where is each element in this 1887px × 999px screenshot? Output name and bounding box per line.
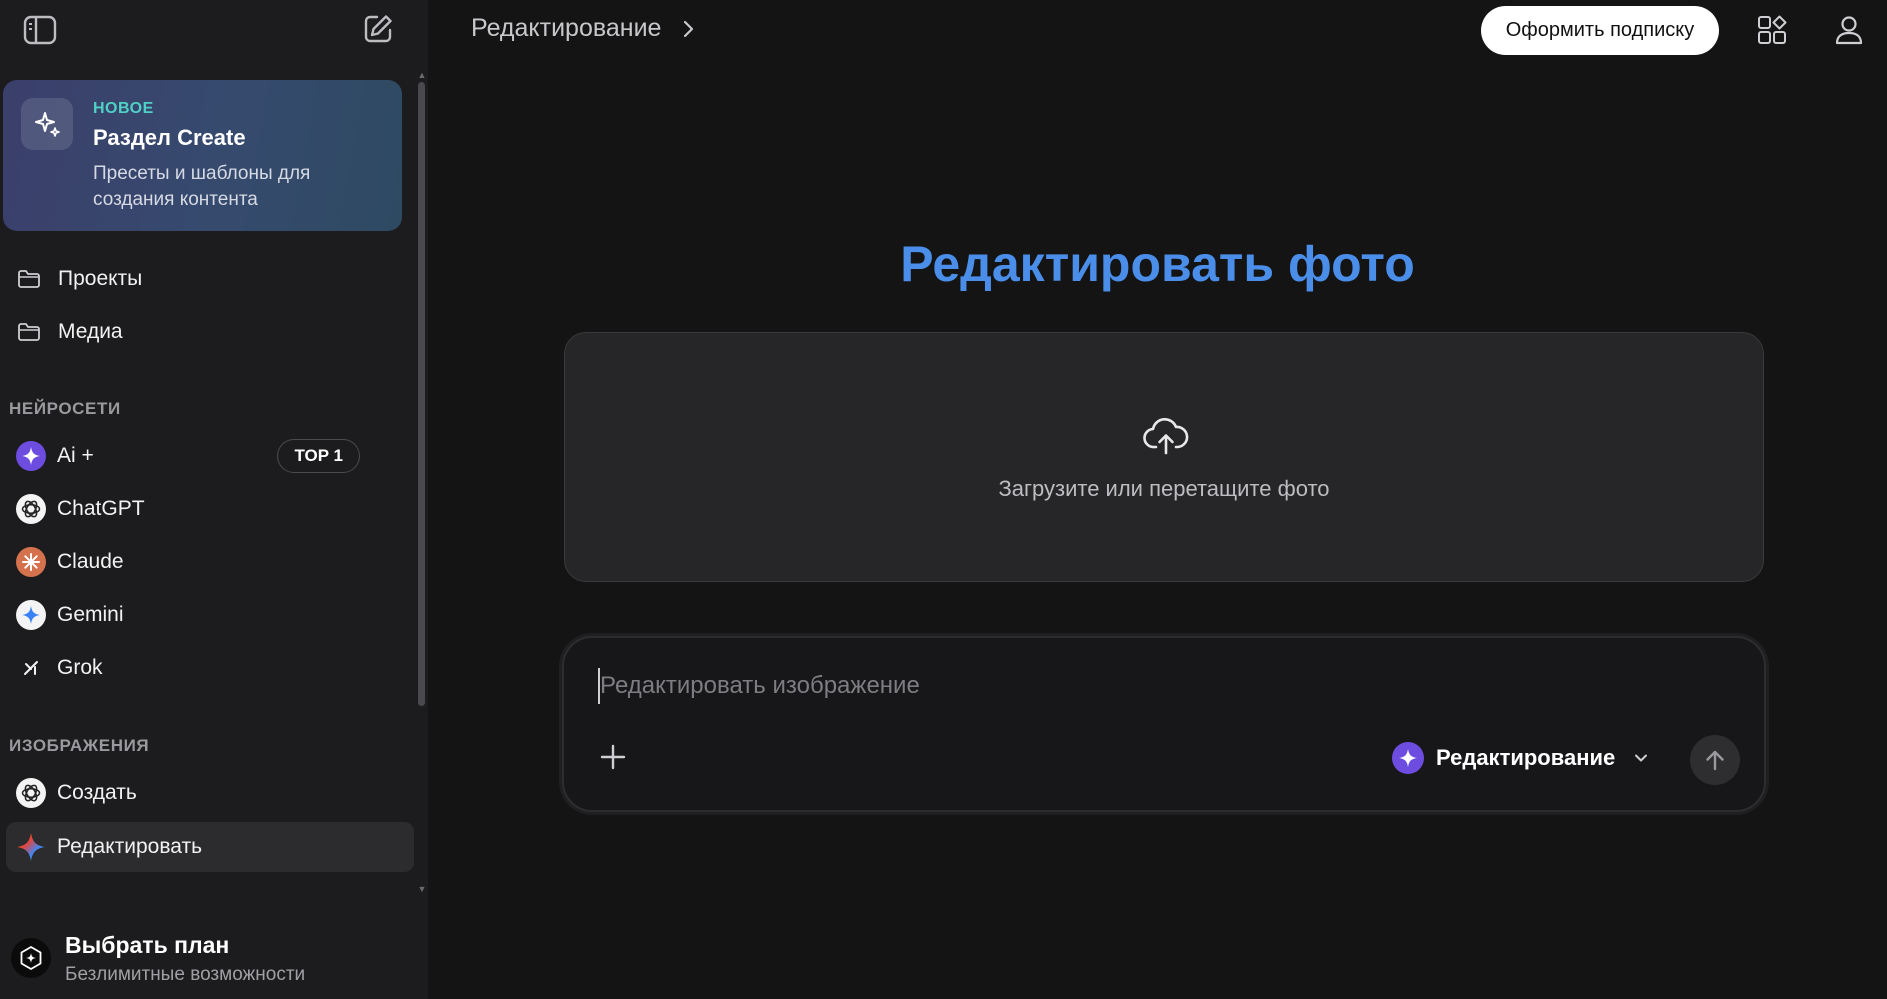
gemini-color-icon <box>15 831 47 863</box>
promo-badge: НОВОЕ <box>93 100 154 117</box>
folder-icon <box>16 316 42 348</box>
promo-title: Раздел Create <box>93 125 246 150</box>
apps-button[interactable] <box>1752 10 1792 50</box>
plan-hexagon-icon <box>11 938 51 978</box>
sidebar-item-ai-plus[interactable]: Ai + TOP 1 <box>6 431 414 481</box>
new-chat-button[interactable] <box>358 9 398 49</box>
sidebar-item-label: Claude <box>57 550 124 573</box>
sidebar-toolbar <box>0 0 428 60</box>
ai-plus-icon <box>15 440 47 472</box>
ai-plus-icon <box>1392 742 1424 774</box>
chatgpt-icon <box>15 777 47 809</box>
choose-plan-button[interactable]: Выбрать план Безлимитные возможности <box>0 928 428 999</box>
page-title: Редактировать фото <box>900 236 1415 292</box>
sidebar-item-grok[interactable]: Grok <box>6 643 414 693</box>
attach-button[interactable] <box>596 740 630 774</box>
page-title-wrap: Редактировать фото <box>0 235 1887 293</box>
sidebar-item-label: Gemini <box>57 603 124 626</box>
scroll-up-arrow[interactable]: ▲ <box>417 70 427 80</box>
breadcrumb[interactable]: Редактирование <box>471 14 701 43</box>
plus-icon <box>600 744 626 770</box>
arrow-up-icon <box>1706 750 1724 771</box>
grok-icon <box>15 652 47 684</box>
sidebar-item-gemini[interactable]: Gemini <box>6 590 414 640</box>
profile-button[interactable] <box>1829 10 1869 50</box>
breadcrumb-label: Редактирование <box>471 14 662 42</box>
sidebar-item-label: Медиа <box>58 320 123 343</box>
claude-icon <box>15 546 47 578</box>
mode-select[interactable]: Редактирование <box>1392 738 1651 778</box>
section-title-neural: НЕЙРОСЕТИ <box>9 399 121 418</box>
plan-subtitle: Безлимитные возможности <box>65 964 306 985</box>
gemini-icon <box>15 599 47 631</box>
sidebar: НОВОЕ Раздел Create Пресеты и шаблоны дл… <box>0 0 428 999</box>
sparkles-icon <box>21 98 73 150</box>
chevron-down-icon <box>1635 754 1648 762</box>
sidebar-item-label: Редактировать <box>57 835 203 858</box>
sidebar-item-media[interactable]: Медиа <box>6 307 414 357</box>
promo-description: Пресеты и шаблоны для создания контента <box>93 163 311 210</box>
chatgpt-icon <box>15 493 47 525</box>
plan-title: Выбрать план <box>65 932 230 958</box>
sidebar-toggle-icon <box>23 15 57 45</box>
sidebar-item-label: ChatGPT <box>57 497 145 520</box>
prompt-composer: Редактирование <box>562 636 1766 812</box>
mode-select-label: Редактирование <box>1436 745 1616 770</box>
top-badge: TOP 1 <box>277 439 360 473</box>
prompt-input[interactable] <box>598 668 1698 704</box>
sidebar-item-claude[interactable]: Claude <box>6 537 414 587</box>
cloud-upload-icon <box>1143 413 1189 459</box>
sidebar-item-edit-image[interactable]: Редактировать <box>6 822 414 872</box>
sidebar-item-create-image[interactable]: Создать <box>6 768 414 818</box>
apps-grid-icon <box>1758 15 1787 44</box>
user-icon <box>1835 16 1863 45</box>
send-button[interactable] <box>1690 735 1740 785</box>
sidebar-item-label: Ai + <box>57 444 94 467</box>
edit-icon <box>364 15 392 43</box>
photo-upload-dropzone[interactable]: Загрузите или перетащите фото <box>564 332 1764 582</box>
chevron-right-icon <box>684 20 694 37</box>
scroll-down-arrow[interactable]: ▼ <box>417 884 427 894</box>
sidebar-item-chatgpt[interactable]: ChatGPT <box>6 484 414 534</box>
sidebar-item-label: Создать <box>57 781 137 804</box>
sidebar-scrollbar[interactable] <box>418 82 425 706</box>
subscribe-button[interactable]: Оформить подписку <box>1481 6 1719 55</box>
section-title-images: ИЗОБРАЖЕНИЯ <box>9 736 150 755</box>
upload-hint: Загрузите или перетащите фото <box>998 476 1330 501</box>
toggle-sidebar-button[interactable] <box>20 10 60 50</box>
sidebar-item-label: Grok <box>57 656 103 679</box>
promo-create-card[interactable]: НОВОЕ Раздел Create Пресеты и шаблоны дл… <box>3 80 402 231</box>
